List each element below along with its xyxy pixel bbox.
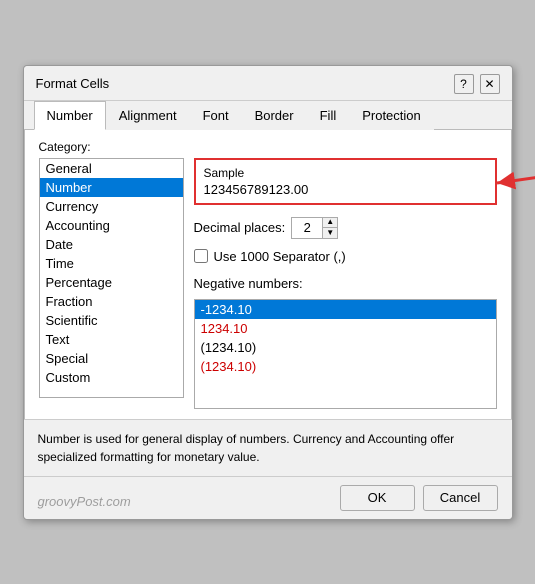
tab-protection[interactable]: Protection [349, 101, 434, 130]
ok-button[interactable]: OK [340, 485, 415, 511]
negative-numbers-label: Negative numbers: [194, 276, 497, 291]
neg-item-4[interactable]: (1234.10) [195, 357, 496, 376]
tab-font[interactable]: Font [190, 101, 242, 130]
category-item-special[interactable]: Special [40, 349, 183, 368]
title-bar-buttons: ? ✕ [454, 74, 500, 94]
help-button[interactable]: ? [454, 74, 474, 94]
decimal-input-wrapper: ▲ ▼ [291, 217, 338, 239]
category-item-date[interactable]: Date [40, 235, 183, 254]
sample-box: Sample 123456789123.00 [194, 158, 497, 205]
category-item-percentage[interactable]: Percentage [40, 273, 183, 292]
neg-item-3[interactable]: (1234.10) [195, 338, 496, 357]
negative-numbers-list[interactable]: -1234.10 1234.10 (1234.10) (1234.10) [194, 299, 497, 409]
sample-value: 123456789123.00 [204, 182, 487, 197]
category-item-scientific[interactable]: Scientific [40, 311, 183, 330]
tab-border[interactable]: Border [242, 101, 307, 130]
decimal-spin-up[interactable]: ▲ [323, 218, 337, 228]
tab-fill[interactable]: Fill [307, 101, 350, 130]
category-item-number[interactable]: Number [40, 178, 183, 197]
description-text: Number is used for general display of nu… [38, 432, 455, 464]
separator-label: Use 1000 Separator (,) [214, 249, 346, 264]
dialog-title: Format Cells [36, 76, 110, 91]
tab-bar: Number Alignment Font Border Fill Protec… [24, 101, 512, 130]
decimal-input[interactable] [292, 218, 322, 238]
format-cells-dialog: Format Cells ? ✕ Number Alignment Font B… [23, 65, 513, 520]
main-content: General Number Currency Accounting Date … [39, 158, 497, 409]
dialog-body: Category: General Number Currency Accoun… [24, 130, 512, 419]
cancel-button[interactable]: Cancel [423, 485, 498, 511]
category-label: Category: [39, 140, 497, 154]
decimal-spinner: ▲ ▼ [322, 218, 337, 238]
close-button[interactable]: ✕ [480, 74, 500, 94]
description-area: Number is used for general display of nu… [24, 419, 512, 476]
category-list[interactable]: General Number Currency Accounting Date … [39, 158, 184, 398]
watermark-text: groovyPost.com [38, 494, 131, 509]
decimal-label: Decimal places: [194, 220, 286, 235]
separator-checkbox[interactable] [194, 249, 208, 263]
decimal-row: Decimal places: ▲ ▼ [194, 217, 497, 239]
category-item-general[interactable]: General [40, 159, 183, 178]
dialog-footer: groovyPost.com OK Cancel [24, 476, 512, 519]
tab-number[interactable]: Number [34, 101, 106, 130]
category-item-currency[interactable]: Currency [40, 197, 183, 216]
decimal-spin-down[interactable]: ▼ [323, 228, 337, 238]
title-bar: Format Cells ? ✕ [24, 66, 512, 101]
separator-row: Use 1000 Separator (,) [194, 249, 497, 264]
sample-area: Sample 123456789123.00 [194, 158, 497, 205]
sample-label: Sample [204, 166, 487, 180]
neg-item-1[interactable]: -1234.10 [195, 300, 496, 319]
category-item-accounting[interactable]: Accounting [40, 216, 183, 235]
category-item-fraction[interactable]: Fraction [40, 292, 183, 311]
category-item-text[interactable]: Text [40, 330, 183, 349]
category-item-custom[interactable]: Custom [40, 368, 183, 387]
red-arrow [492, 168, 535, 198]
right-panel: Sample 123456789123.00 [194, 158, 497, 409]
category-item-time[interactable]: Time [40, 254, 183, 273]
tab-alignment[interactable]: Alignment [106, 101, 190, 130]
neg-item-2[interactable]: 1234.10 [195, 319, 496, 338]
